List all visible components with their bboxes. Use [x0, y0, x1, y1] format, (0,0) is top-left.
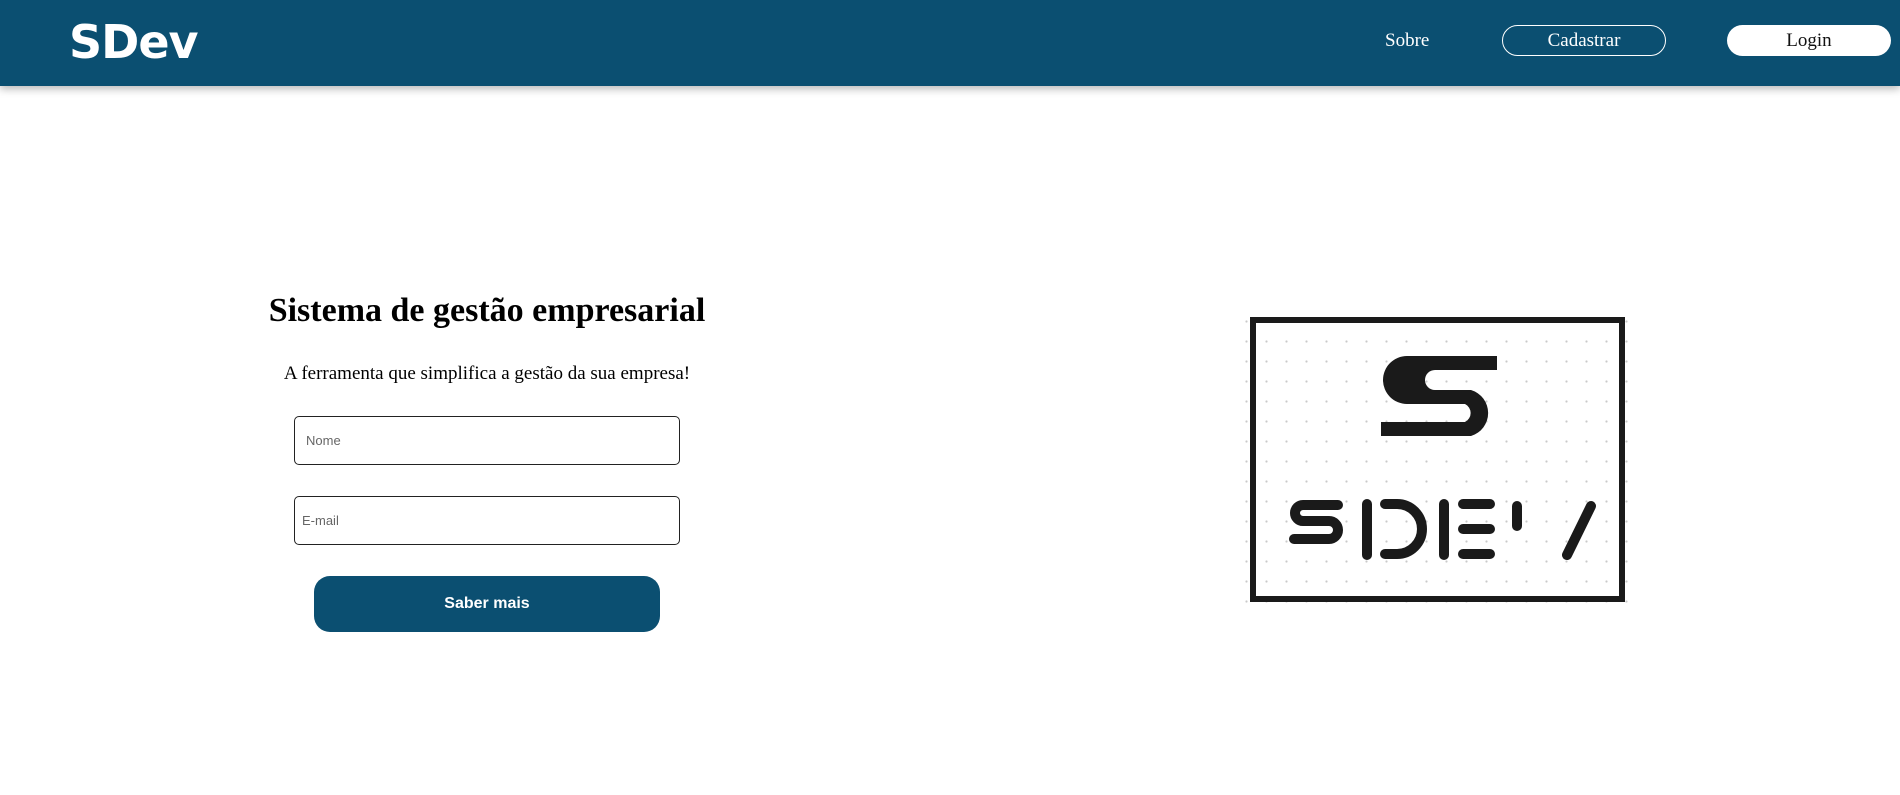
email-input[interactable] [294, 496, 680, 545]
nav-link-about[interactable]: Sobre [1385, 29, 1429, 53]
login-button[interactable]: Login [1727, 25, 1891, 56]
hero-title: Sistema de gestão empresarial [268, 292, 706, 329]
sdev-logo-image [1239, 314, 1631, 606]
register-button[interactable]: Cadastrar [1502, 25, 1666, 56]
top-navbar: SDev Sobre Cadastrar Login [0, 0, 1900, 86]
hero-subtitle: A ferramenta que simplifica a gestão da … [283, 363, 691, 384]
learn-more-button[interactable]: Saber mais [314, 576, 660, 632]
s-monogram-icon [1381, 356, 1497, 436]
name-input[interactable] [294, 416, 680, 465]
brand-logo-link[interactable]: SDev [69, 14, 198, 70]
